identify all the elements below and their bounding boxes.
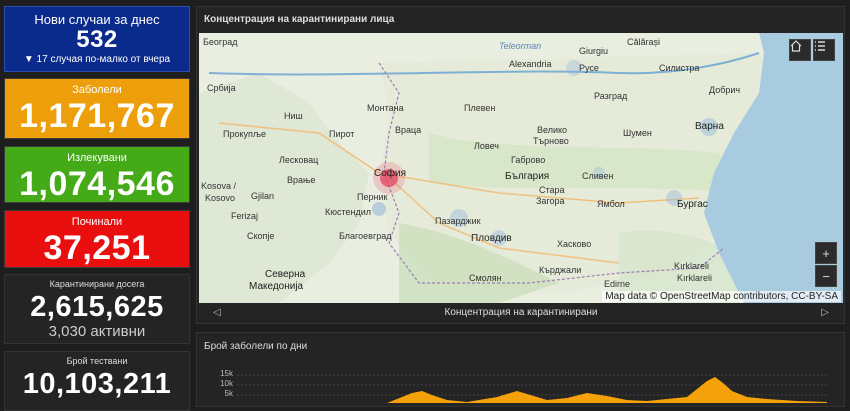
map-label-ferizaj: Ferizaj xyxy=(231,211,259,221)
map-label-srbija: Србија xyxy=(207,83,236,93)
map-label-smolyan: Смолян xyxy=(469,273,502,283)
home-button[interactable] xyxy=(789,39,811,61)
daily-cases-area xyxy=(237,377,827,403)
map-label-pirot: Пирот xyxy=(329,129,355,139)
map-label-alexandria: Alexandria xyxy=(509,59,552,69)
down-arrow-icon: ▼ xyxy=(23,54,34,65)
map-label-varna: Варна xyxy=(695,121,724,132)
quarantined-label: Карантинирани досега xyxy=(49,279,145,289)
map-label-kardzhali: Кърджали xyxy=(539,265,582,275)
recovered-card: Излекувани 1,074,546 xyxy=(4,146,190,203)
map-label-lovech: Ловеч xyxy=(474,141,499,151)
map-label-skopje: Скопје xyxy=(247,231,275,241)
map-base xyxy=(199,33,843,303)
deceased-card: Починали 37,251 xyxy=(4,210,190,268)
map-panel: Концентрация на карантинирани лица Беогр… xyxy=(196,6,845,324)
map-label-kirklareli-1: Kırklareli xyxy=(674,261,710,271)
map-attribution: Map data © OpenStreetMap contributors, C… xyxy=(602,291,841,302)
y-tick-10k: 10k xyxy=(220,379,233,388)
map-label-pernik: Перник xyxy=(357,192,388,202)
map-label-pazardzhik: Пазарджик xyxy=(435,216,481,226)
y-tick-15k: 15k xyxy=(220,369,233,378)
map-label-prokuplje: Прокупље xyxy=(223,129,267,139)
deceased-label: Починали xyxy=(71,216,123,228)
daily-cases-chart xyxy=(237,374,827,403)
map-view[interactable]: Београд Teleorman Giurgiu Călărași Alexa… xyxy=(199,33,843,303)
list-icon xyxy=(815,41,825,51)
new-cases-label: Нови случаи за днес xyxy=(34,12,160,27)
map-label-gjilan: Gjilan xyxy=(251,191,275,201)
quarantined-card: Карантинирани досега 2,615,625 3,030 акт… xyxy=(4,274,190,344)
map-label-silistra: Силистра xyxy=(659,63,700,73)
daily-cases-panel: Брой заболели по дни 15k 10k 5k xyxy=(196,332,845,407)
map-label-calarasi: Călărași xyxy=(627,37,661,47)
map-label-vtarnovo-1: Велико xyxy=(537,125,568,135)
map-label-yambol: Ямбол xyxy=(597,199,625,209)
map-label-stara: Стара xyxy=(539,185,565,195)
quarantined-active: 3,030 активни xyxy=(48,323,146,340)
map-label-kosovo-2: Kosovo xyxy=(205,193,236,203)
map-label-severna-2: Македонија xyxy=(249,281,304,292)
map-label-nis: Ниш xyxy=(284,111,303,121)
map-label-zagora: Загора xyxy=(536,196,565,206)
map-label-kosovo-1: Kosova / xyxy=(201,181,237,191)
map-label-vranje: Врање xyxy=(287,175,316,185)
map-label-severna-1: Северна xyxy=(265,269,306,280)
layer-list-button[interactable] xyxy=(813,39,835,61)
new-cases-change: ▼ 17 случая по-малко от вчера xyxy=(5,54,189,66)
recovered-value: 1,074,546 xyxy=(19,165,175,203)
map-label-giurgiu: Giurgiu xyxy=(579,46,609,56)
new-cases-card: Нови случаи за днес 532 ▼ 17 случая по-м… xyxy=(4,6,190,72)
zoom-in-button[interactable]: + xyxy=(815,242,837,264)
map-label-dobrich: Добрич xyxy=(709,85,741,95)
map-label-bulgaria: България xyxy=(505,171,550,182)
map-label-sofia: София xyxy=(374,168,407,179)
map-label-haskovo: Хасково xyxy=(557,239,592,249)
infected-label: Заболели xyxy=(72,84,122,96)
map-label-sliven: Сливен xyxy=(582,171,614,181)
infected-card: Заболели 1,171,767 xyxy=(4,78,190,139)
map-label-razgrad: Разград xyxy=(594,91,628,101)
map-label-vratsa: Враца xyxy=(395,125,422,135)
map-nav-label: Концентрация на карантинирани xyxy=(444,307,598,318)
quarantined-value: 2,615,625 xyxy=(30,291,164,323)
daily-cases-title: Брой заболели по дни xyxy=(204,341,308,352)
map-label-blagoevgrad: Благоевград xyxy=(339,231,392,241)
map-label-leskovac: Лесковац xyxy=(279,155,319,165)
tests-value: 10,103,211 xyxy=(22,368,172,400)
y-tick-5k: 5k xyxy=(224,389,233,398)
map-label-pleven: Плевен xyxy=(464,103,496,113)
tests-label: Брой тествани xyxy=(66,356,128,366)
next-arrow-icon[interactable]: ▷ xyxy=(821,304,829,322)
zoom-out-button[interactable]: − xyxy=(815,265,837,287)
home-icon xyxy=(790,40,802,52)
infected-value: 1,171,767 xyxy=(19,97,175,135)
map-label-montana: Монтана xyxy=(367,103,404,113)
new-cases-change-text: 17 случая по-малко от вчера xyxy=(36,54,171,65)
map-label-vtarnovo-2: Търново xyxy=(533,136,569,146)
recovered-label: Излекувани xyxy=(67,152,127,164)
map-panel-title: Концентрация на карантинирани лица xyxy=(204,14,395,25)
map-label-kirklareli-2: Kırklareli xyxy=(677,273,713,283)
map-label-plovdiv: Пловдив xyxy=(471,233,512,244)
deceased-value: 37,251 xyxy=(43,229,151,267)
map-label-teleorman: Teleorman xyxy=(499,41,542,51)
tests-card: Брой тествани 10,103,211 xyxy=(4,351,190,411)
map-label-edirne: Edirne xyxy=(604,279,631,289)
map-label-shumen: Шумен xyxy=(623,128,652,138)
prev-arrow-icon[interactable]: ◁ xyxy=(213,304,221,322)
map-label-gabrovo: Габрово xyxy=(511,155,546,165)
map-label-ruse: Русе xyxy=(579,63,599,73)
map-label-burgas: Бургас xyxy=(677,199,708,210)
new-cases-value: 532 xyxy=(76,26,118,53)
map-nav-bar: ◁ Концентрация на карантинирани ▷ xyxy=(199,304,843,322)
map-label-belgrade: Београд xyxy=(203,37,238,47)
map-label-kyustendil: Кюстендил xyxy=(325,207,372,217)
